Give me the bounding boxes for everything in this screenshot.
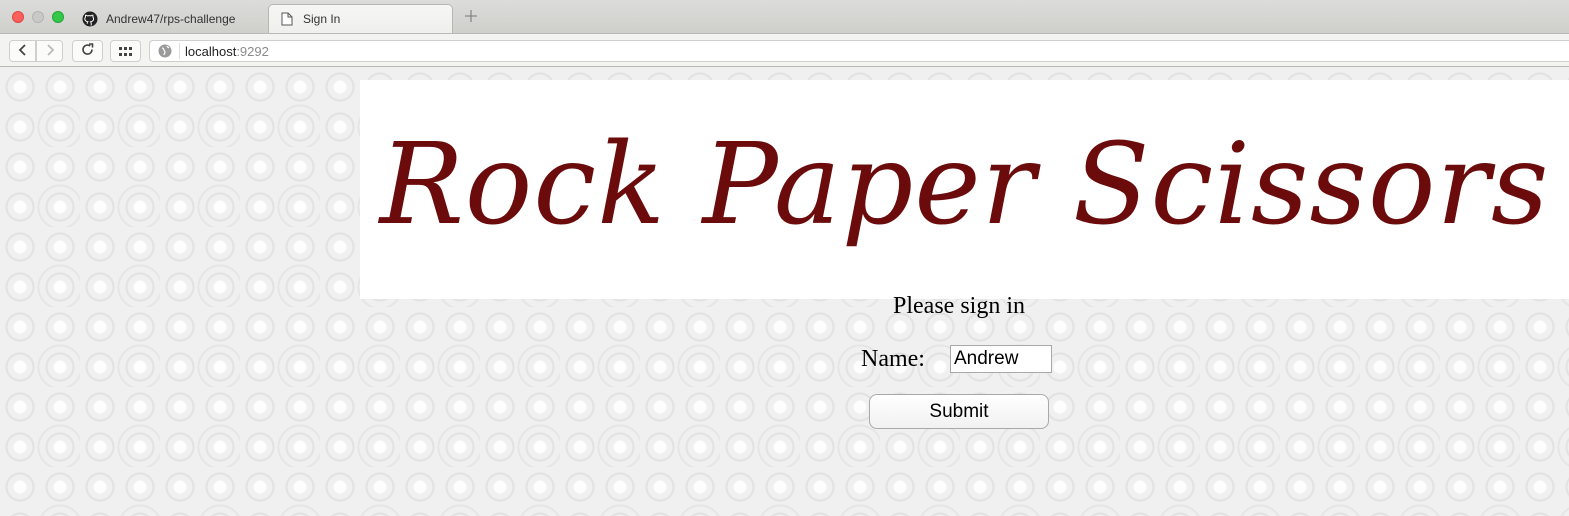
name-input[interactable] — [950, 345, 1052, 373]
plus-icon — [464, 7, 478, 28]
reload-icon — [81, 43, 94, 59]
back-button[interactable] — [9, 40, 36, 62]
tab-label: Sign In — [303, 12, 341, 26]
chevron-left-icon — [18, 43, 28, 59]
browser-toolbar: localhost:9292 — [0, 34, 1569, 67]
page-icon — [279, 11, 295, 27]
submit-button[interactable]: Submit — [869, 394, 1049, 429]
url-host: localhost — [185, 43, 237, 59]
name-label: Name: — [861, 346, 925, 372]
tab-sign-in[interactable]: Sign In — [268, 4, 453, 33]
forward-button[interactable] — [36, 40, 63, 62]
browser-tab-bar: Andrew47/rps-challenge Sign In — [0, 0, 1569, 34]
tab-label: Andrew47/rps-challenge — [106, 11, 236, 26]
window-minimize-button[interactable] — [32, 11, 44, 23]
window-maximize-button[interactable] — [52, 11, 64, 23]
github-icon — [82, 11, 98, 27]
banner-title: Rock Paper Scissors — [379, 119, 1550, 250]
globe-icon — [158, 44, 172, 58]
tab-rps-challenge[interactable]: Andrew47/rps-challenge — [72, 4, 268, 33]
apps-grid-icon — [119, 44, 132, 59]
address-bar[interactable]: localhost:9292 — [149, 40, 1569, 62]
url-port: :9292 — [236, 43, 269, 59]
sign-in-prompt: Please sign in — [893, 293, 1025, 319]
apps-button[interactable] — [110, 40, 141, 62]
banner: Rock Paper Scissors — [360, 80, 1569, 299]
address-divider — [179, 43, 180, 59]
chevron-right-icon — [45, 43, 55, 59]
page-background: Rock Paper Scissors — [0, 67, 1569, 516]
reload-button[interactable] — [72, 40, 103, 62]
window-close-button[interactable] — [12, 11, 24, 23]
new-tab-button[interactable] — [460, 6, 482, 28]
